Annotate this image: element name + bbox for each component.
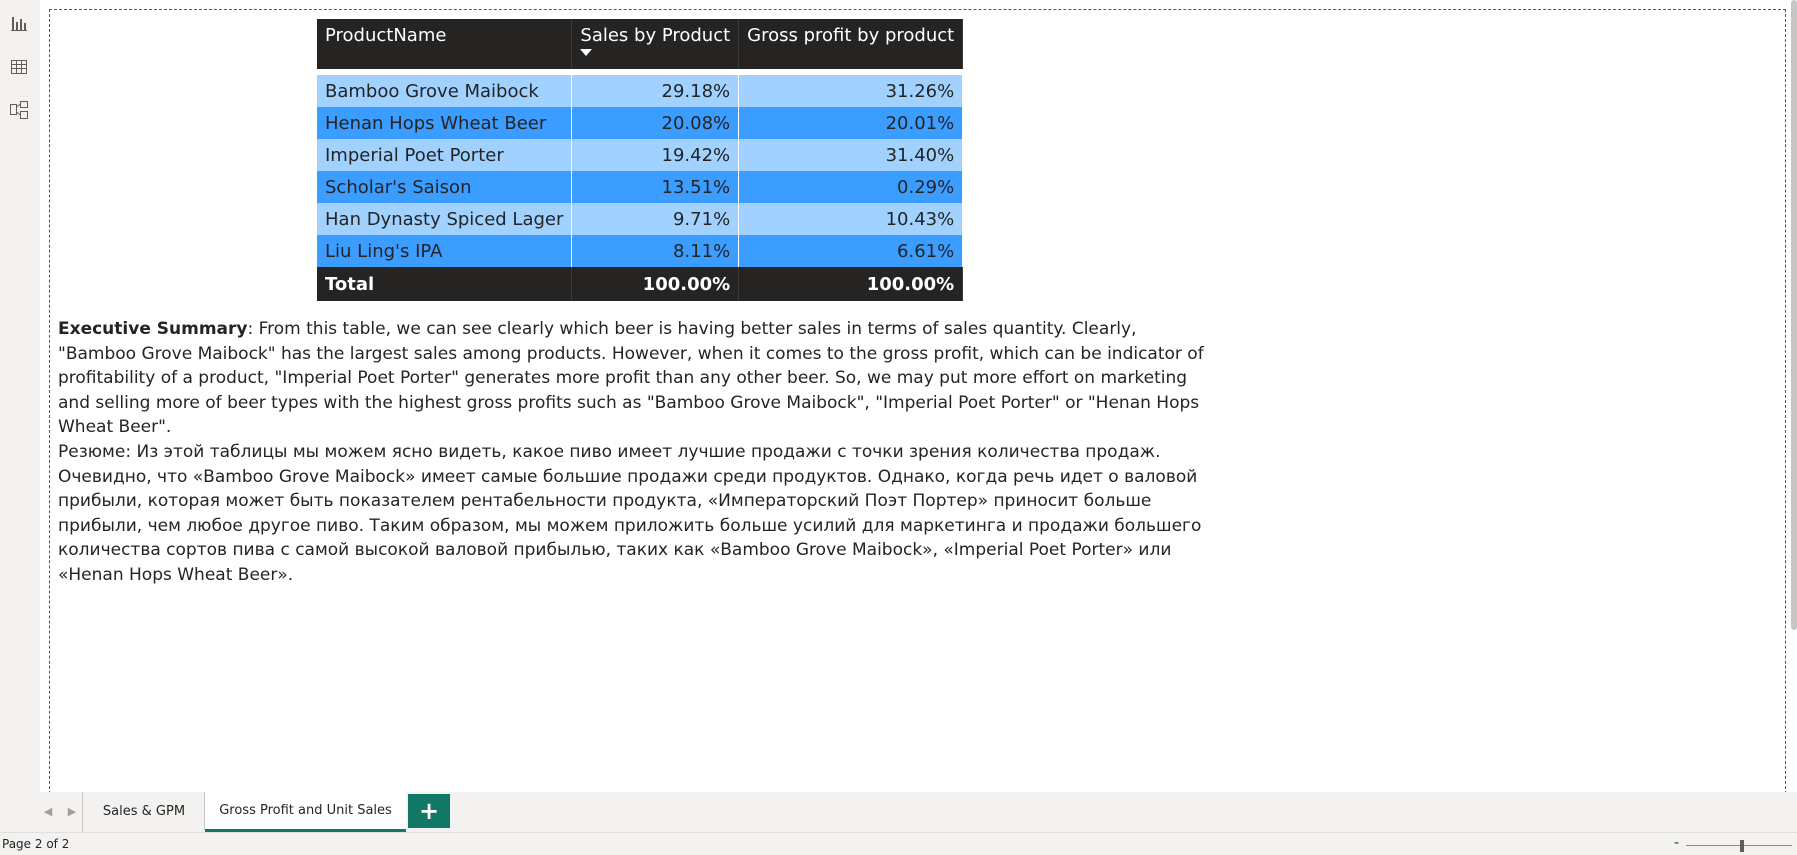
view-switcher-rail xyxy=(0,0,40,792)
russian-summary-text: Резюме: Из этой таблицы мы можем ясно ви… xyxy=(58,442,1202,585)
cell-sales: 19.42% xyxy=(571,139,740,171)
zoom-out-button[interactable]: - xyxy=(1674,835,1679,851)
cell-gross-profit: 10.43% xyxy=(738,203,964,235)
table-header-row: ProductName Sales by Product Gross profi… xyxy=(317,19,964,69)
tab-sales-gpm[interactable]: Sales & GPM xyxy=(84,792,205,830)
column-header-label: Sales by Product xyxy=(580,25,731,46)
table-row[interactable]: Henan Hops Wheat Beer 20.08% 20.01% xyxy=(317,107,964,139)
cell-product: Henan Hops Wheat Beer xyxy=(317,107,573,139)
product-table-visual[interactable]: ProductName Sales by Product Gross profi… xyxy=(317,19,964,301)
sort-descending-icon xyxy=(580,49,593,56)
previous-page-arrow-icon[interactable]: ◀ xyxy=(41,804,55,818)
total-label: Total xyxy=(317,267,573,301)
vertical-scrollbar[interactable] xyxy=(1791,0,1797,630)
cell-gross-profit: 0.29% xyxy=(738,171,964,203)
column-header-gross-profit[interactable]: Gross profit by product xyxy=(738,19,964,69)
report-app: ProductName Sales by Product Gross profi… xyxy=(0,0,1797,855)
table-row[interactable]: Liu Ling's IPA 8.11% 6.61% xyxy=(317,235,964,267)
cell-product: Liu Ling's IPA xyxy=(317,235,573,267)
cell-gross-profit: 31.40% xyxy=(738,139,964,171)
cell-product: Scholar's Saison xyxy=(317,171,573,203)
cell-sales: 20.08% xyxy=(571,107,740,139)
table-row[interactable]: Han Dynasty Spiced Lager 9.71% 10.43% xyxy=(317,203,964,235)
executive-summary-label: Executive Summary xyxy=(58,319,248,339)
cell-product: Han Dynasty Spiced Lager xyxy=(317,203,573,235)
table-view-icon[interactable] xyxy=(6,54,32,80)
table-row[interactable]: Imperial Poet Porter 19.42% 31.40% xyxy=(317,139,964,171)
cell-gross-profit: 20.01% xyxy=(738,107,964,139)
table-row[interactable]: Bamboo Grove Maibock 29.18% 31.26% xyxy=(317,75,964,107)
cell-sales: 8.11% xyxy=(571,235,740,267)
page-indicator: Page 2 of 2 xyxy=(2,837,70,851)
cell-sales: 13.51% xyxy=(571,171,740,203)
status-bar: Page 2 of 2 - xyxy=(0,832,1797,855)
cell-product: Imperial Poet Porter xyxy=(317,139,573,171)
russian-summary-textbox[interactable]: Резюме: Из этой таблицы мы можем ясно ви… xyxy=(58,440,1208,588)
total-gross-profit: 100.00% xyxy=(738,267,964,301)
cell-product: Bamboo Grove Maibock xyxy=(317,75,573,107)
add-page-button[interactable]: + xyxy=(408,794,450,828)
cell-gross-profit: 6.61% xyxy=(738,235,964,267)
next-page-arrow-icon[interactable]: ▶ xyxy=(65,804,79,818)
cell-sales: 9.71% xyxy=(571,203,740,235)
report-view-icon[interactable] xyxy=(6,10,32,36)
tab-gross-profit-unit-sales[interactable]: Gross Profit and Unit Sales xyxy=(205,792,406,832)
cell-sales: 29.18% xyxy=(571,75,740,107)
executive-summary-textbox[interactable]: Executive Summary: From this table, we c… xyxy=(58,317,1208,440)
total-sales: 100.00% xyxy=(571,267,740,301)
model-view-icon[interactable] xyxy=(6,97,32,123)
table-row[interactable]: Scholar's Saison 13.51% 0.29% xyxy=(317,171,964,203)
zoom-slider-thumb[interactable] xyxy=(1740,840,1744,852)
zoom-slider-track[interactable] xyxy=(1686,845,1792,846)
cell-gross-profit: 31.26% xyxy=(738,75,964,107)
column-header-product-name[interactable]: ProductName xyxy=(317,19,573,69)
page-tab-bar: ◀ ▶ Sales & GPM Gross Profit and Unit Sa… xyxy=(0,792,1797,832)
table-total-row: Total 100.00% 100.00% xyxy=(317,267,964,301)
column-header-sales-by-product[interactable]: Sales by Product xyxy=(571,19,740,69)
tab-divider xyxy=(82,792,83,832)
